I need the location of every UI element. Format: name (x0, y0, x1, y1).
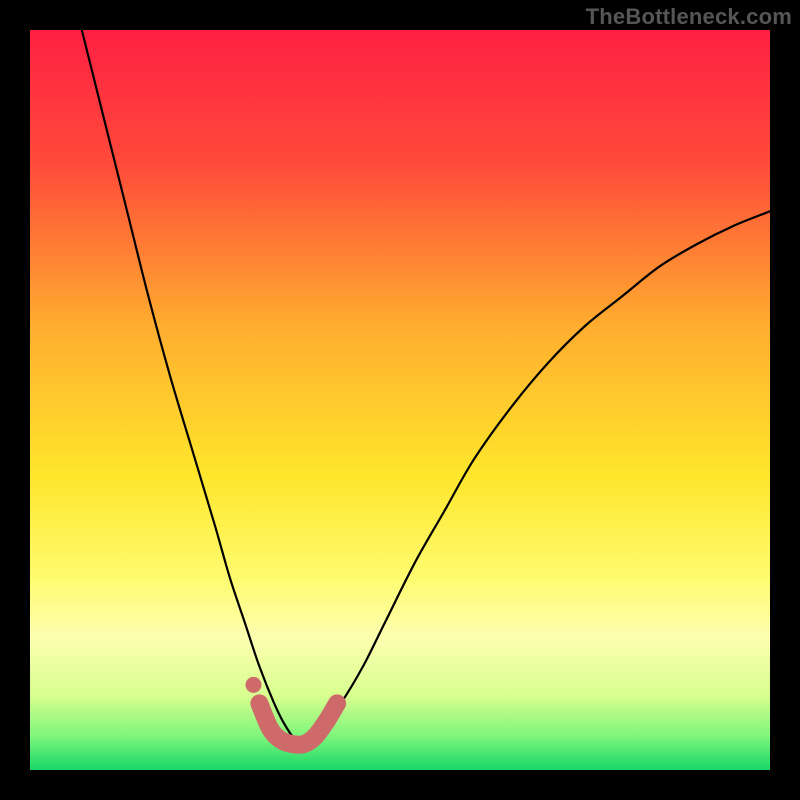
watermark-text: TheBottleneck.com (586, 4, 792, 30)
gradient-background (30, 30, 770, 770)
chart-outer-frame: TheBottleneck.com (0, 0, 800, 800)
plot-area (30, 30, 770, 770)
chart-svg (30, 30, 770, 770)
highlight-dot (245, 677, 261, 693)
